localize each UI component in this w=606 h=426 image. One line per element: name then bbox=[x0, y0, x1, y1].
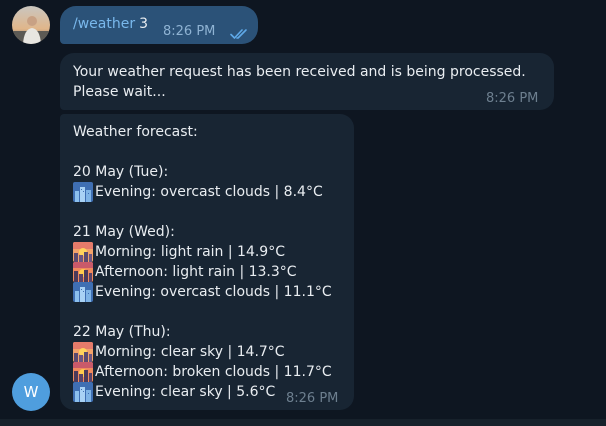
forecast-entry-text: Afternoon: light rain | 13.3°C bbox=[95, 264, 297, 280]
bot-ack-message[interactable]: Your weather request has been received a… bbox=[60, 53, 554, 110]
forecast-entry: Evening: overcast clouds | 8.4°C bbox=[73, 182, 323, 202]
chat-history: /weather 3 8:26 PM Your weather request h… bbox=[0, 0, 606, 426]
forecast-entry-text: Evening: overcast clouds | 8.4°C bbox=[95, 184, 323, 200]
outgoing-message[interactable]: /weather 3 8:26 PM bbox=[60, 6, 258, 44]
command-argument: 3 bbox=[139, 16, 149, 32]
forecast-entry: Afternoon: broken clouds | 11.7°C bbox=[73, 362, 332, 382]
read-checkmarks-icon bbox=[230, 25, 250, 44]
message-time: 8:26 PM bbox=[163, 24, 216, 39]
message-time: 8:26 PM bbox=[286, 391, 339, 406]
ack-line-1: Your weather request has been received a… bbox=[73, 64, 526, 80]
input-area-edge bbox=[0, 419, 606, 426]
forecast-entry-text: Evening: clear sky | 5.6°C bbox=[95, 384, 276, 400]
ack-line-2: Please wait... bbox=[73, 84, 166, 100]
forecast-date: 22 May (Thu): bbox=[73, 324, 171, 340]
forecast-entry: Afternoon: light rain | 13.3°C bbox=[73, 262, 297, 282]
bot-avatar[interactable]: W bbox=[12, 373, 50, 411]
user-avatar[interactable] bbox=[12, 6, 50, 44]
sunrise-city-icon bbox=[73, 342, 93, 362]
forecast-message[interactable]: Weather forecast: 20 May (Tue): Evening:… bbox=[60, 114, 354, 410]
forecast-entry: Morning: clear sky | 14.7°C bbox=[73, 342, 285, 362]
forecast-entry: Evening: clear sky | 5.6°C bbox=[73, 382, 275, 402]
forecast-date: 21 May (Wed): bbox=[73, 224, 175, 240]
message-time: 8:26 PM bbox=[486, 91, 539, 106]
sunset-city-icon bbox=[73, 262, 93, 282]
forecast-entry-text: Afternoon: broken clouds | 11.7°C bbox=[95, 364, 332, 380]
evening-city-icon bbox=[73, 382, 93, 402]
command-text[interactable]: /weather bbox=[73, 16, 135, 32]
forecast-entry-text: Morning: clear sky | 14.7°C bbox=[95, 344, 285, 360]
forecast-entry: Evening: overcast clouds | 11.1°C bbox=[73, 282, 332, 302]
evening-city-icon bbox=[73, 182, 93, 202]
sunrise-city-icon bbox=[73, 242, 93, 262]
forecast-date: 20 May (Tue): bbox=[73, 164, 169, 180]
forecast-entry-text: Morning: light rain | 14.9°C bbox=[95, 244, 285, 260]
forecast-header: Weather forecast: bbox=[73, 124, 198, 140]
forecast-entry-text: Evening: overcast clouds | 11.1°C bbox=[95, 284, 332, 300]
bot-command-link[interactable]: /weather 3 bbox=[73, 16, 148, 32]
sunset-city-icon bbox=[73, 362, 93, 382]
evening-city-icon bbox=[73, 282, 93, 302]
forecast-entry: Morning: light rain | 14.9°C bbox=[73, 242, 285, 262]
